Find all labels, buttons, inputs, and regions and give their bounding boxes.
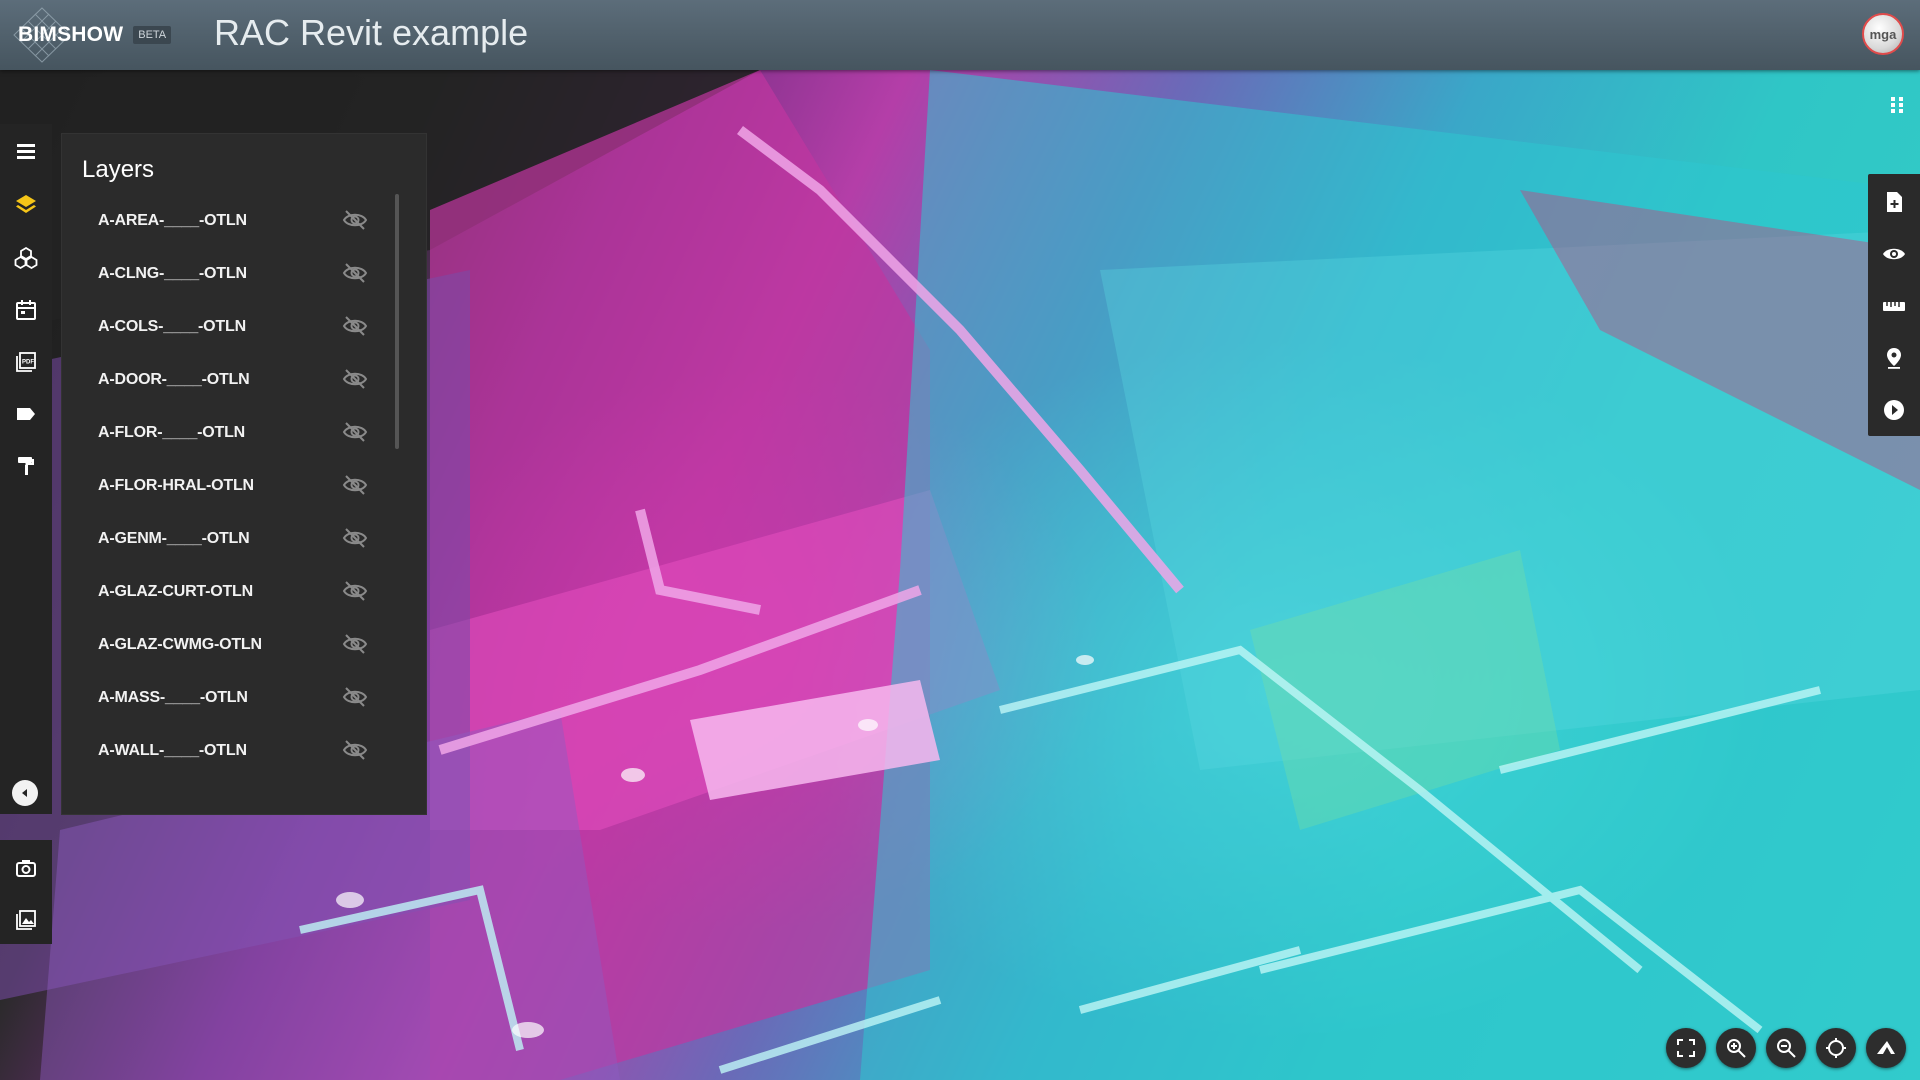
layers-icon [16,195,36,213]
camera-button[interactable] [0,844,52,892]
eye-off-icon[interactable] [342,739,368,761]
paint-roller-button[interactable] [0,442,52,490]
layer-item[interactable]: A-GENM-____-OTLN [62,512,402,565]
play-icon [1884,400,1904,420]
zoom-out-button[interactable] [1766,1028,1806,1068]
eye-icon [1883,248,1905,260]
layer-name: A-FLOR-HRAL-OTLN [98,476,254,494]
layer-name: A-DOOR-____-OTLN [98,370,250,388]
layer-item[interactable]: A-DOOR-____-OTLN [62,353,402,406]
layer-item[interactable]: A-GLAZ-CWMG-OTLN [62,618,402,671]
layer-item[interactable]: A-FLOR-HRAL-OTLN [62,459,402,512]
eye-off-icon[interactable] [342,633,368,655]
bimshow-logo[interactable]: BIMSHOW BETA [12,6,172,64]
svg-text:PDF: PDF [22,360,34,366]
zoom-out-icon [1777,1039,1796,1058]
layer-name: A-GENM-____-OTLN [98,529,250,547]
list-icon [17,144,35,159]
layer-item[interactable]: A-GLAZ-CURT-OTLN [62,565,402,618]
objects-button[interactable] [0,234,52,282]
layer-list-scrollbar[interactable] [395,194,399,449]
collapse-panel-button[interactable] [12,780,38,806]
layers-button[interactable] [0,180,52,228]
pdf-icon: PDF [16,352,36,372]
eye-off-icon[interactable] [342,527,368,549]
eye-off-icon[interactable] [342,315,368,337]
location-pin-icon [1887,348,1901,369]
panel-title: Layers [82,156,155,183]
project-title: RAC Revit example [214,12,529,53]
add-document-button[interactable] [1868,178,1920,226]
layer-name: A-CLNG-____-OTLN [98,264,247,282]
grid-menu-icon[interactable] [1886,94,1908,116]
fullscreen-icon [1677,1039,1695,1057]
layer-name: A-COLS-____-OTLN [98,317,246,335]
chevron-left-icon [22,789,27,797]
ruler-icon [1883,302,1905,311]
perspective-button[interactable] [1866,1028,1906,1068]
avatar-initials: mga [1869,26,1897,42]
layer-item[interactable]: A-WALL-____-OTLN [62,724,402,777]
layer-item[interactable]: A-FLOR-____-OTLN [62,406,402,459]
app-name: BIMSHOW [18,23,124,46]
measure-button[interactable] [1868,282,1920,330]
layer-name: A-FLOR-____-OTLN [98,423,246,441]
calendar-icon [16,300,36,320]
beta-badge: BETA [133,26,172,44]
paint-roller-icon [18,457,34,475]
eye-off-icon[interactable] [342,368,368,390]
play-button[interactable] [1868,386,1920,434]
layer-name: A-GLAZ-CWMG-OTLN [98,635,262,653]
tag-icon [17,408,35,420]
layer-item[interactable]: A-COLS-____-OTLN [62,300,402,353]
objects-icon [14,246,38,270]
capture-toolbar [0,840,52,944]
right-toolbar [1868,174,1920,436]
user-avatar[interactable]: mga [1862,13,1904,55]
eye-off-icon[interactable] [342,474,368,496]
layer-item[interactable]: A-AREA-____-OTLN [62,194,402,247]
zoom-in-button[interactable] [1716,1028,1756,1068]
layer-name: A-WALL-____-OTLN [98,741,247,759]
target-icon [1826,1038,1846,1058]
eye-off-icon[interactable] [342,421,368,443]
pdf-button[interactable]: PDF [0,338,52,386]
calendar-button[interactable] [0,286,52,334]
left-toolbar: PDF [0,124,52,814]
zoom-in-icon [1727,1039,1746,1058]
layer-name: A-GLAZ-CURT-OTLN [98,582,253,600]
eye-off-icon[interactable] [342,262,368,284]
fullscreen-button[interactable] [1666,1028,1706,1068]
eye-off-icon[interactable] [342,580,368,602]
layer-item[interactable]: A-CLNG-____-OTLN [62,247,402,300]
gallery-button[interactable] [0,896,52,944]
gallery-icon [16,910,36,930]
layer-name: A-MASS-____-OTLN [98,688,248,706]
center-view-button[interactable] [1816,1028,1856,1068]
location-button[interactable] [1868,334,1920,382]
add-document-icon [1887,192,1902,212]
tag-button[interactable] [0,390,52,438]
perspective-icon [1877,1041,1895,1054]
list-button[interactable] [0,128,52,176]
layer-name: A-AREA-____-OTLN [98,211,247,229]
visibility-button[interactable] [1868,230,1920,278]
eye-off-icon[interactable] [342,209,368,231]
layer-item[interactable]: A-MASS-____-OTLN [62,671,402,724]
app-header: BIMSHOW BETA RAC Revit example mga [0,0,1920,70]
eye-off-icon[interactable] [342,686,368,708]
layers-panel: Layers A-AREA-____-OTLN A-CLNG-____-OTLN… [62,134,426,814]
camera-icon [16,860,36,877]
